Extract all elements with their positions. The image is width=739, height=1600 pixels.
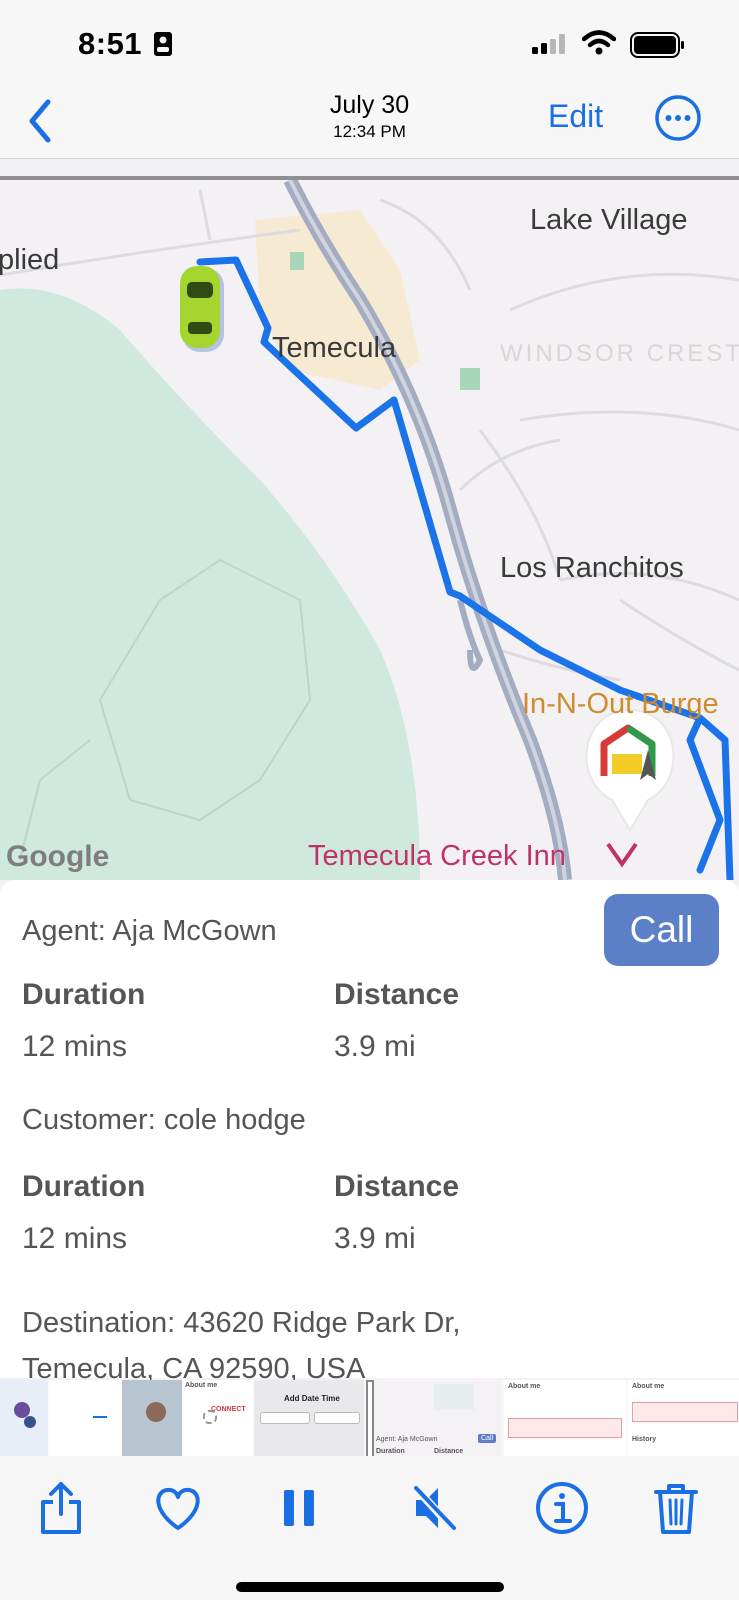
trip-details-panel: Agent: Aja McGown Call Duration Distance… [0, 880, 739, 1385]
map-canvas [0, 180, 739, 880]
agent-distance-label: Distance [334, 978, 460, 1011]
info-icon[interactable] [532, 1478, 592, 1538]
wifi-icon [582, 30, 616, 55]
share-icon[interactable] [31, 1478, 91, 1538]
navigation-bar: July 30 12:34 PM Edit [0, 88, 739, 159]
thumb-distance: Distance [434, 1448, 464, 1455]
status-bar: 8:51 [0, 0, 739, 88]
thumb-about-me-3: About me [632, 1383, 665, 1390]
map-label-plied: plied [0, 244, 60, 276]
thumbnail[interactable]: About me History [628, 1380, 739, 1456]
home-pin-icon [585, 708, 675, 832]
thumb-agent: Agent: Aja McGown [376, 1436, 438, 1443]
google-logo: Google [6, 840, 110, 873]
nav-time: 12:34 PM [333, 122, 406, 141]
thumb-connect: CONNECT [211, 1406, 246, 1413]
thumbnail[interactable]: Agent: Aja McGown Call Duration Distance [374, 1380, 502, 1456]
customer-duration-value: 12 mins [22, 1222, 128, 1255]
thumbnail[interactable] [49, 1380, 121, 1456]
thumbnail[interactable]: About me CONNECT [183, 1380, 253, 1456]
media-scrubber[interactable]: About me CONNECT Add Date Time Agent: Aj… [0, 1380, 739, 1456]
agent-duration-label: Duration [22, 978, 146, 1011]
agent-name: Agent: Aja McGown [22, 915, 277, 947]
thumb-about-me-2: About me [508, 1383, 541, 1390]
agent-duration-value: 12 mins [22, 1030, 128, 1063]
map-label-los-ranchitos: Los Ranchitos [500, 552, 684, 584]
thumbnail[interactable]: About me [504, 1380, 626, 1456]
thumb-duration: Duration [376, 1448, 405, 1455]
cellular-signal-icon [532, 34, 565, 54]
thumb-history: History [632, 1436, 657, 1443]
scrubber-current-position[interactable] [366, 1380, 374, 1456]
map-label-windsor-crest: WINDSOR CREST [500, 340, 739, 367]
home-indicator[interactable] [236, 1582, 504, 1592]
destination-line-1: Destination: 43620 Ridge Park Dr, [22, 1307, 461, 1339]
map-label-temecula: Temecula [272, 332, 397, 364]
nav-date: July 30 [329, 91, 410, 119]
thumb-call: Call [478, 1434, 497, 1443]
call-button[interactable]: Call [604, 894, 719, 966]
thumb-about-me: About me [185, 1382, 218, 1389]
map-label-lake-village: Lake Village [530, 204, 688, 236]
map-label-in-n-out: In-N-Out Burge [522, 688, 719, 720]
speaker-muted-icon[interactable] [404, 1478, 464, 1538]
agent-distance-value: 3.9 mi [334, 1030, 416, 1063]
more-options-icon[interactable] [654, 94, 702, 142]
id-card-icon [154, 32, 172, 56]
status-time: 8:51 [78, 26, 143, 61]
edit-button[interactable]: Edit [548, 98, 603, 135]
customer-name: Customer: cole hodge [22, 1104, 306, 1136]
bottom-toolbar [0, 1456, 739, 1600]
battery-icon [630, 32, 684, 58]
map-label-temecula-creek-inn: Temecula Creek Inn [308, 840, 566, 872]
heart-icon[interactable] [148, 1478, 208, 1538]
thumbnail[interactable] [0, 1380, 48, 1456]
customer-distance-label: Distance [334, 1170, 460, 1203]
customer-duration-label: Duration [22, 1170, 146, 1203]
thumb-add-date-time: Add Date Time [284, 1394, 340, 1403]
route-map[interactable]: Lake Village plied Temecula WINDSOR CRES… [0, 180, 739, 880]
destination-address: Destination: 43620 Ridge Park Dr, Temecu… [22, 1300, 722, 1392]
pause-icon[interactable] [270, 1478, 330, 1538]
thumbnail[interactable] [122, 1380, 182, 1456]
customer-distance-value: 3.9 mi [334, 1222, 416, 1255]
thumbnail[interactable]: Add Date Time [254, 1380, 364, 1456]
trash-icon[interactable] [646, 1478, 706, 1538]
car-marker-icon [180, 266, 224, 352]
